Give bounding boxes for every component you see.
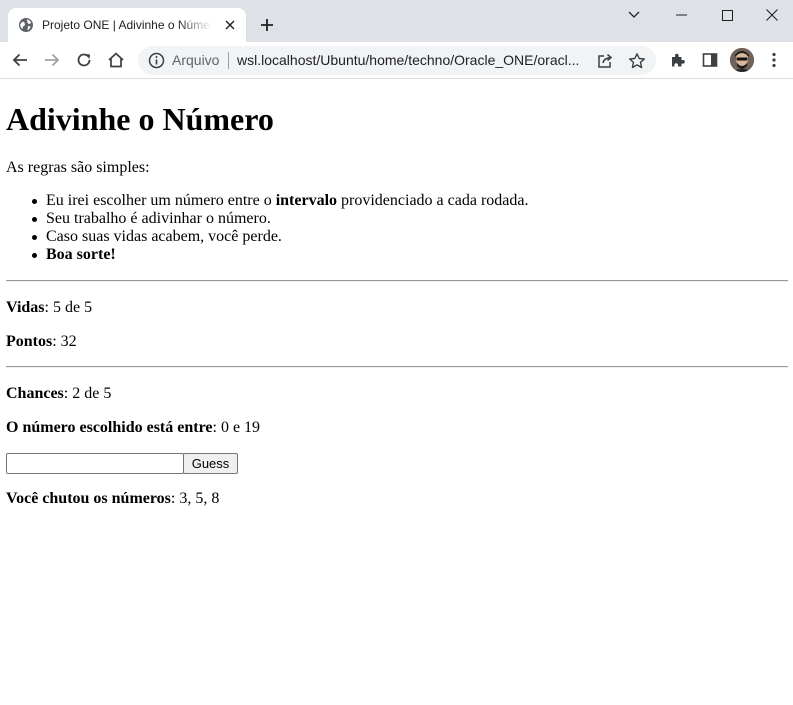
- guess-button[interactable]: Guess: [183, 453, 238, 474]
- back-arrow-icon[interactable]: [6, 46, 34, 74]
- reload-icon[interactable]: [70, 46, 98, 74]
- scheme-label: Arquivo: [172, 52, 220, 68]
- page-title: Adivinhe o Número: [6, 101, 274, 137]
- rules-list: Eu irei escolher um número entre o inter…: [32, 192, 529, 264]
- tab-title: Projeto ONE | Adivinhe o Número: [42, 18, 212, 32]
- guess-input[interactable]: [6, 453, 184, 474]
- browser-toolbar: Arquivo wsl.localhost/Ubuntu/home/techno…: [0, 42, 793, 79]
- close-tab-icon[interactable]: [222, 17, 238, 33]
- browser-tab[interactable]: Projeto ONE | Adivinhe o Número: [8, 8, 246, 42]
- address-bar[interactable]: Arquivo wsl.localhost/Ubuntu/home/techno…: [138, 46, 656, 75]
- page-content: Adivinhe o Número As regras são simples:…: [0, 80, 793, 705]
- chances-value: : 2 de 5: [63, 385, 112, 402]
- minimize-icon[interactable]: [658, 0, 704, 30]
- tab-search-chevron-down-icon[interactable]: [611, 0, 657, 30]
- rules-intro: As regras são simples:: [6, 159, 150, 176]
- points-value: : 32: [52, 333, 77, 350]
- points-label: Pontos: [6, 333, 53, 350]
- side-panel-icon[interactable]: [696, 46, 724, 74]
- guessed-value: : 3, 5, 8: [170, 490, 220, 507]
- range-label: O número escolhido está entre: [6, 419, 213, 436]
- rule-item: Seu trabalho é adivinhar o número.: [32, 210, 529, 228]
- rule-item: Caso suas vidas acabem, você perde.: [32, 228, 529, 246]
- chances-label: Chances: [6, 385, 64, 402]
- divider: [6, 280, 788, 282]
- url-text[interactable]: wsl.localhost/Ubuntu/home/techno/Oracle_…: [237, 52, 583, 69]
- tab-strip: Projeto ONE | Adivinhe o Número: [0, 0, 793, 42]
- extensions-puzzle-icon[interactable]: [664, 46, 692, 74]
- share-icon[interactable]: [595, 51, 615, 71]
- new-tab-icon[interactable]: [256, 14, 278, 36]
- omnibox-divider: [228, 52, 229, 69]
- bookmark-star-icon[interactable]: [627, 51, 647, 71]
- guessed-label: Você chutou os números: [6, 490, 171, 507]
- close-window-icon[interactable]: [749, 0, 793, 30]
- lives-status: Vidas: 5 de 5: [6, 299, 92, 317]
- profile-avatar[interactable]: [730, 48, 754, 72]
- points-status: Pontos: 32: [6, 333, 77, 351]
- guessed-numbers: Você chutou os números: 3, 5, 8: [6, 490, 219, 508]
- home-icon[interactable]: [102, 46, 130, 74]
- info-icon[interactable]: [148, 52, 165, 69]
- forward-arrow-icon[interactable]: [38, 46, 66, 74]
- range-status: O número escolhido está entre: 0 e 19: [6, 419, 260, 437]
- more-menu-icon[interactable]: [760, 46, 788, 74]
- chances-status: Chances: 2 de 5: [6, 385, 111, 403]
- lives-label: Vidas: [6, 299, 45, 316]
- range-value: : 0 e 19: [212, 419, 261, 436]
- rule-item: Eu irei escolher um número entre o inter…: [32, 192, 529, 209]
- maximize-icon[interactable]: [704, 0, 750, 30]
- rule-item: Boa sorte!: [32, 246, 529, 264]
- lives-value: : 5 de 5: [44, 299, 93, 316]
- divider: [6, 366, 788, 368]
- globe-icon: [19, 18, 33, 32]
